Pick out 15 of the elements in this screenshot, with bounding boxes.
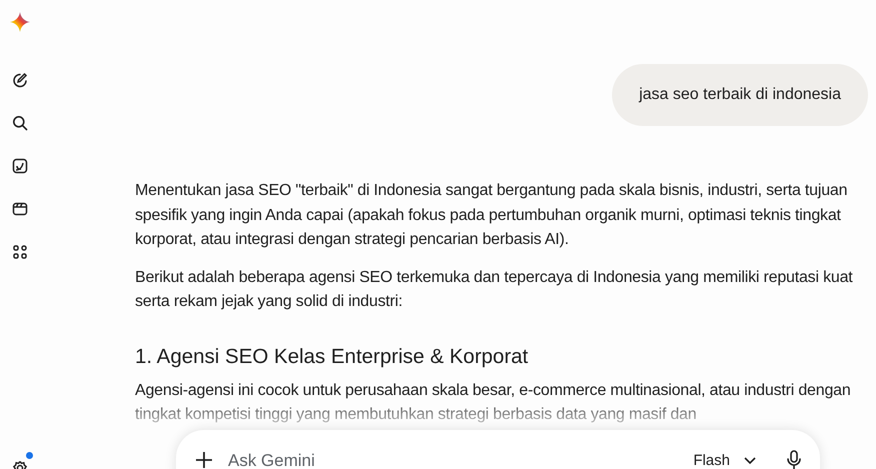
plus-icon[interactable] [194,450,214,469]
apps-icon[interactable] [12,244,28,260]
pencil-icon[interactable] [12,72,28,88]
section-heading: 1. Agensi SEO Kelas Enterprise & Korporat [135,344,530,370]
microphone-icon[interactable] [786,450,802,469]
prompt-field[interactable]: Ask Gemini [228,450,694,469]
response-paragraph: Berikut adalah beberapa agensi SEO terkemuka dan tepercaya di Indonesia yang memiliki reputasi kuat serta rekam jejak yang solid di industri: [135,268,854,312]
clapper-icon[interactable] [12,201,28,217]
chevron-down-icon [744,457,756,465]
response-paragraph: Menentukan jasa SEO "terbaik" di Indonesia sangat bergantung pada skala bisnis, industri, serta tujuan spesifik yang ingin Anda capai (apakah fokus pada pertumbuhan organik murni, optimasi teknis tingkat korporat, atau integrasi dengan strategi pencarian berbasis AI). [135,181,848,250]
sparkle-icon[interactable] [10,12,30,32]
response-paragraph: Agensi-agensi ini cocok untuk perusahaan skala besar, e-commerce multinasional, atau industri dengan tingkat kompetisi tinggi yang membutuhkan strategi berbasis data yang masif dan [135,380,852,425]
user-message: jasa seo terbaik di indonesia [612,64,868,126]
model-selector[interactable]: Flash [693,450,756,469]
search-icon[interactable] [12,115,28,131]
